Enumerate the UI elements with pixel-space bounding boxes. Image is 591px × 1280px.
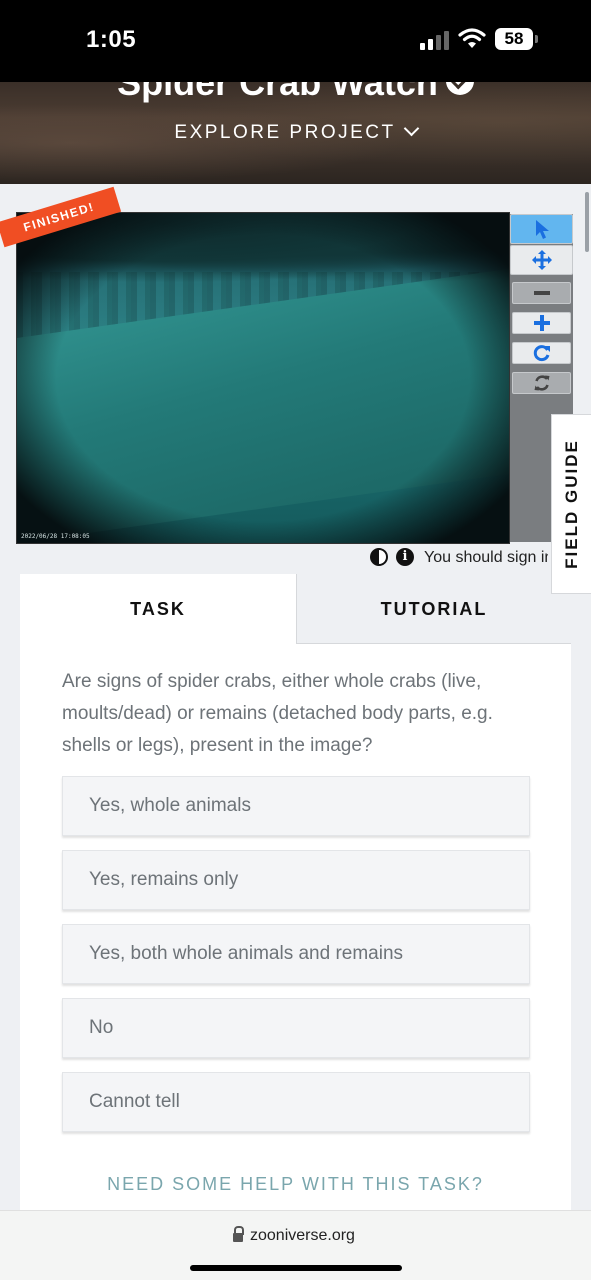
classifier-main: 2022/06/28 17:08:05 i You should sign in…: [0, 184, 591, 1214]
lock-icon: [233, 1226, 244, 1243]
chevron-down-icon: [403, 120, 419, 137]
answer-yes-whole-animals[interactable]: Yes, whole animals: [62, 776, 530, 836]
home-indicator[interactable]: [190, 1265, 402, 1271]
contrast-icon[interactable]: [370, 548, 388, 566]
reset-icon: [534, 375, 549, 391]
move-tool-button[interactable]: [510, 245, 573, 275]
zoom-out-button[interactable]: [512, 282, 571, 304]
task-question: Are signs of spider crabs, either whole …: [62, 671, 493, 756]
status-time: 1:05: [86, 26, 137, 53]
browser-address-bar[interactable]: zooniverse.org: [0, 1210, 591, 1280]
answer-yes-both[interactable]: Yes, both whole animals and remains: [62, 924, 530, 984]
rotate-button[interactable]: [512, 342, 571, 364]
task-panel: TASK TUTORIAL Are signs of spider crabs,…: [20, 574, 571, 1214]
signal-icon: [420, 30, 450, 50]
task-help-link[interactable]: NEED SOME HELP WITH THIS TASK?: [20, 1174, 571, 1195]
reset-button[interactable]: [512, 372, 571, 394]
project-title[interactable]: Spider Crab Watch: [117, 82, 438, 103]
project-title-row: Spider Crab Watch: [0, 82, 591, 104]
explore-project-menu[interactable]: EXPLORE PROJECT: [0, 120, 591, 144]
wifi-icon: [458, 28, 486, 48]
zoom-out-icon: [533, 291, 550, 295]
field-guide-button[interactable]: FIELD GUIDE: [551, 414, 591, 594]
status-bar: 1:05 58: [0, 0, 591, 82]
battery-tip: [535, 35, 538, 43]
subject-meta-bar: i You should sign in: [0, 546, 591, 572]
pointer-icon: [535, 220, 549, 239]
verified-check-icon: [445, 82, 474, 96]
info-icon[interactable]: i: [396, 548, 414, 566]
tab-task[interactable]: TASK: [20, 574, 296, 644]
answer-yes-remains-only[interactable]: Yes, remains only: [62, 850, 530, 910]
scrollbar-thumb[interactable]: [585, 192, 589, 252]
rotate-icon: [533, 345, 550, 362]
zoom-in-icon: [533, 315, 550, 331]
zoom-in-button[interactable]: [512, 312, 571, 334]
field-guide-label: FIELD GUIDE: [561, 439, 581, 569]
pointer-tool-button[interactable]: [510, 214, 573, 244]
answer-no[interactable]: No: [62, 998, 530, 1058]
answer-cannot-tell[interactable]: Cannot tell: [62, 1072, 530, 1132]
battery-icon: 58: [495, 28, 533, 50]
underwater-subject-image: 2022/06/28 17:08:05: [17, 213, 509, 543]
move-icon: [531, 250, 552, 270]
image-timestamp: 2022/06/28 17:08:05: [21, 533, 90, 540]
explore-project-label: EXPLORE PROJECT: [174, 122, 396, 143]
project-header: Spider Crab Watch EXPLORE PROJECT: [0, 82, 591, 184]
subject-viewer[interactable]: 2022/06/28 17:08:05: [16, 212, 510, 544]
tab-tutorial[interactable]: TUTORIAL: [296, 574, 571, 644]
sign-in-note: You should sign in: [424, 549, 548, 566]
url-text: zooniverse.org: [250, 1227, 355, 1244]
